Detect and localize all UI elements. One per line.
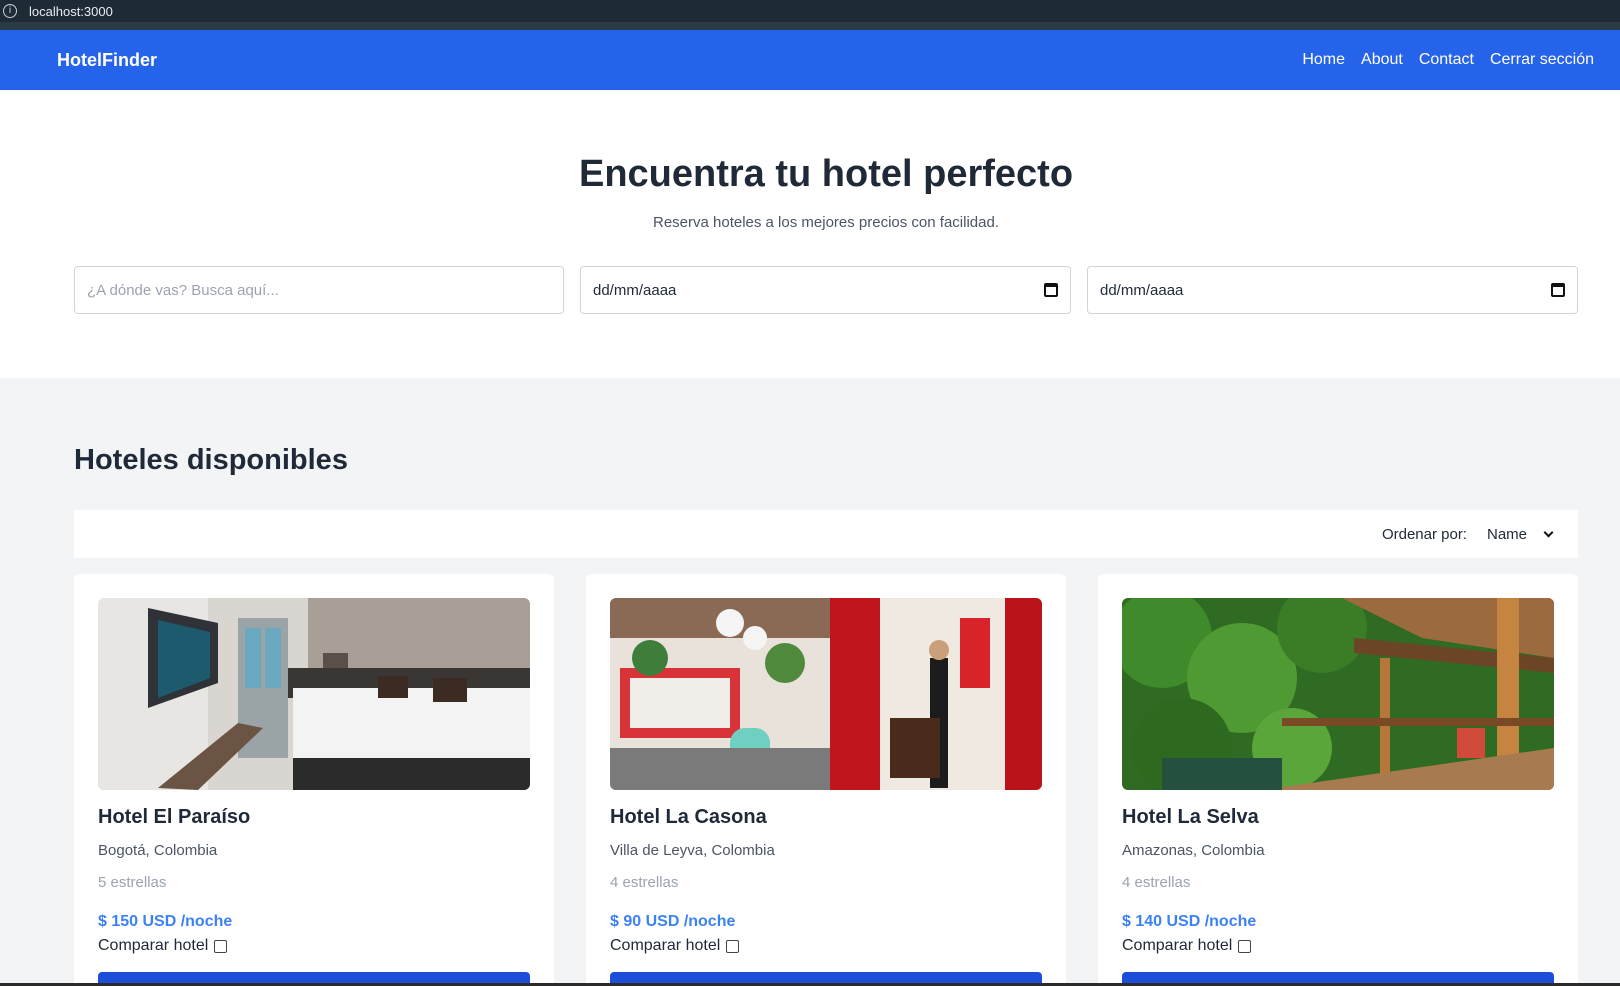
compare-hotel-label: Comparar hotel bbox=[610, 937, 721, 954]
nav-link-home[interactable]: Home bbox=[1302, 51, 1345, 69]
hotel-name[interactable]: Hotel El Paraíso bbox=[98, 806, 250, 829]
hotel-name[interactable]: Hotel La Casona bbox=[610, 806, 767, 829]
nav-links: Home About Contact Cerrar sección bbox=[1302, 51, 1594, 69]
checkin-date-placeholder: dd/mm/aaaa bbox=[593, 281, 677, 299]
checkout-date-placeholder: dd/mm/aaaa bbox=[1100, 281, 1184, 299]
search-input[interactable]: ¿A dónde vas? Busca aquí... bbox=[74, 266, 564, 314]
compare-hotel-toggle[interactable]: Comparar hotel bbox=[610, 937, 740, 955]
hotel-stars: 5 estrellas bbox=[98, 874, 167, 891]
browser-address-bar: i localhost:3000 bbox=[0, 0, 1620, 22]
hotel-image[interactable] bbox=[98, 598, 530, 790]
hotel-card[interactable]: Hotel La Selva Amazonas, Colombia 4 estr… bbox=[1098, 574, 1578, 986]
sort-bar: Ordenar por: Name bbox=[74, 510, 1578, 558]
sort-select-value: Name bbox=[1486, 525, 1527, 543]
url-text[interactable]: localhost:3000 bbox=[29, 4, 113, 19]
hotel-price: $ 150 USD /noche bbox=[98, 913, 233, 930]
compare-hotel-toggle[interactable]: Comparar hotel bbox=[98, 937, 228, 955]
nav-link-about[interactable]: About bbox=[1361, 51, 1403, 69]
hotel-price: $ 140 USD /noche bbox=[1122, 913, 1257, 930]
hero-section: Encuentra tu hotel perfecto Reserva hote… bbox=[0, 90, 1620, 378]
hotel-location: Villa de Leyva, Colombia bbox=[610, 842, 775, 859]
compare-checkbox[interactable] bbox=[214, 939, 228, 953]
checkout-date-field[interactable]: dd/mm/aaaa bbox=[1087, 266, 1578, 314]
hotel-name[interactable]: Hotel La Selva bbox=[1122, 806, 1259, 829]
compare-checkbox[interactable] bbox=[726, 939, 740, 953]
hotel-card[interactable]: Hotel El Paraíso Bogotá, Colombia 5 estr… bbox=[74, 574, 554, 986]
hotel-stars: 4 estrellas bbox=[1122, 874, 1191, 891]
navbar: HotelFinder Home About Contact Cerrar se… bbox=[0, 30, 1620, 90]
sort-select[interactable]: Name bbox=[1486, 525, 1554, 543]
sort-label: Ordenar por: bbox=[1381, 525, 1467, 543]
hotel-image[interactable] bbox=[610, 598, 1042, 790]
hotel-image[interactable] bbox=[1122, 598, 1554, 790]
hotel-listing-section: Hoteles disponibles Ordenar por: Name Ho… bbox=[0, 378, 1620, 986]
hotel-card[interactable]: Hotel La Casona Villa de Leyva, Colombia… bbox=[586, 574, 1066, 986]
hotel-stars: 4 estrellas bbox=[610, 874, 679, 891]
hotel-price: $ 90 USD /noche bbox=[610, 913, 736, 930]
colonial-courtyard-photo bbox=[610, 598, 1042, 790]
browser-divider bbox=[0, 22, 1620, 30]
hotel-location: Bogotá, Colombia bbox=[98, 842, 218, 859]
hotel-location: Amazonas, Colombia bbox=[1122, 842, 1265, 859]
checkin-date-field[interactable]: dd/mm/aaaa bbox=[580, 266, 1071, 314]
info-icon[interactable]: i bbox=[3, 4, 17, 18]
search-placeholder: ¿A dónde vas? Busca aquí... bbox=[87, 281, 279, 299]
nav-link-logout[interactable]: Cerrar sección bbox=[1490, 51, 1594, 69]
brand-logo[interactable]: HotelFinder bbox=[57, 50, 157, 71]
calendar-icon[interactable] bbox=[1551, 283, 1565, 297]
compare-checkbox[interactable] bbox=[1238, 939, 1252, 953]
hotel-room-photo bbox=[98, 598, 530, 790]
compare-hotel-label: Comparar hotel bbox=[1122, 937, 1233, 954]
page-title: Encuentra tu hotel perfecto bbox=[578, 153, 1074, 195]
compare-hotel-toggle[interactable]: Comparar hotel bbox=[1122, 937, 1252, 955]
nav-link-contact[interactable]: Contact bbox=[1419, 51, 1474, 69]
jungle-deck-photo bbox=[1122, 598, 1554, 790]
page-subtitle: Reserva hoteles a los mejores precios co… bbox=[652, 214, 999, 231]
chevron-down-icon bbox=[1543, 527, 1554, 537]
compare-hotel-label: Comparar hotel bbox=[98, 937, 209, 954]
calendar-icon[interactable] bbox=[1044, 283, 1058, 297]
section-title: Hoteles disponibles bbox=[74, 444, 348, 476]
